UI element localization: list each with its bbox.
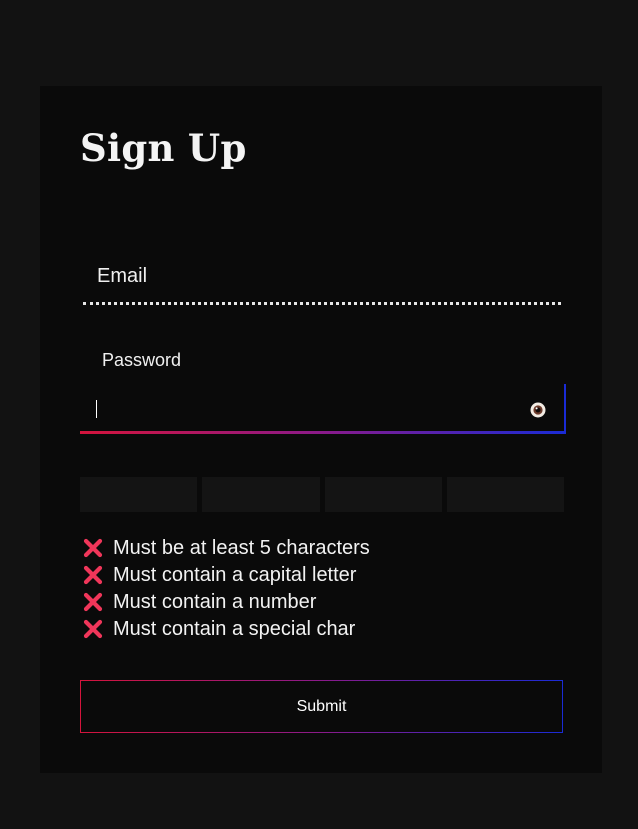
password-rule-text: Must contain a special char xyxy=(113,617,356,640)
strength-segment xyxy=(446,477,564,512)
password-field[interactable] xyxy=(80,384,535,431)
eye-icon[interactable] xyxy=(530,402,546,418)
password-rule-text: Must contain a capital letter xyxy=(113,563,357,586)
password-field-container xyxy=(80,384,566,434)
email-field[interactable] xyxy=(83,286,561,305)
submit-button-label: Submit xyxy=(81,681,562,732)
text-cursor xyxy=(96,400,97,418)
password-rules-list: Must be at least 5 characters Must conta… xyxy=(83,534,370,642)
strength-segment xyxy=(202,477,320,512)
email-label: Email xyxy=(97,265,148,287)
cross-icon xyxy=(83,565,103,585)
page-title: Sign Up xyxy=(80,126,247,170)
strength-segment xyxy=(80,477,198,512)
password-rule: Must contain a number xyxy=(83,588,370,615)
password-strength-meter xyxy=(80,477,564,512)
signup-card: Sign Up Email Password Must be at least … xyxy=(40,86,602,773)
password-rule-text: Must be at least 5 characters xyxy=(113,536,370,559)
password-rule: Must contain a special char xyxy=(83,615,370,642)
password-rule: Must be at least 5 characters xyxy=(83,534,370,561)
password-rule: Must contain a capital letter xyxy=(83,561,370,588)
cross-icon xyxy=(83,619,103,639)
submit-button[interactable]: Submit xyxy=(80,680,563,733)
strength-segment xyxy=(324,477,442,512)
cross-icon xyxy=(83,592,103,612)
password-label: Password xyxy=(102,350,182,370)
password-rule-text: Must contain a number xyxy=(113,590,317,613)
cross-icon xyxy=(83,538,103,558)
